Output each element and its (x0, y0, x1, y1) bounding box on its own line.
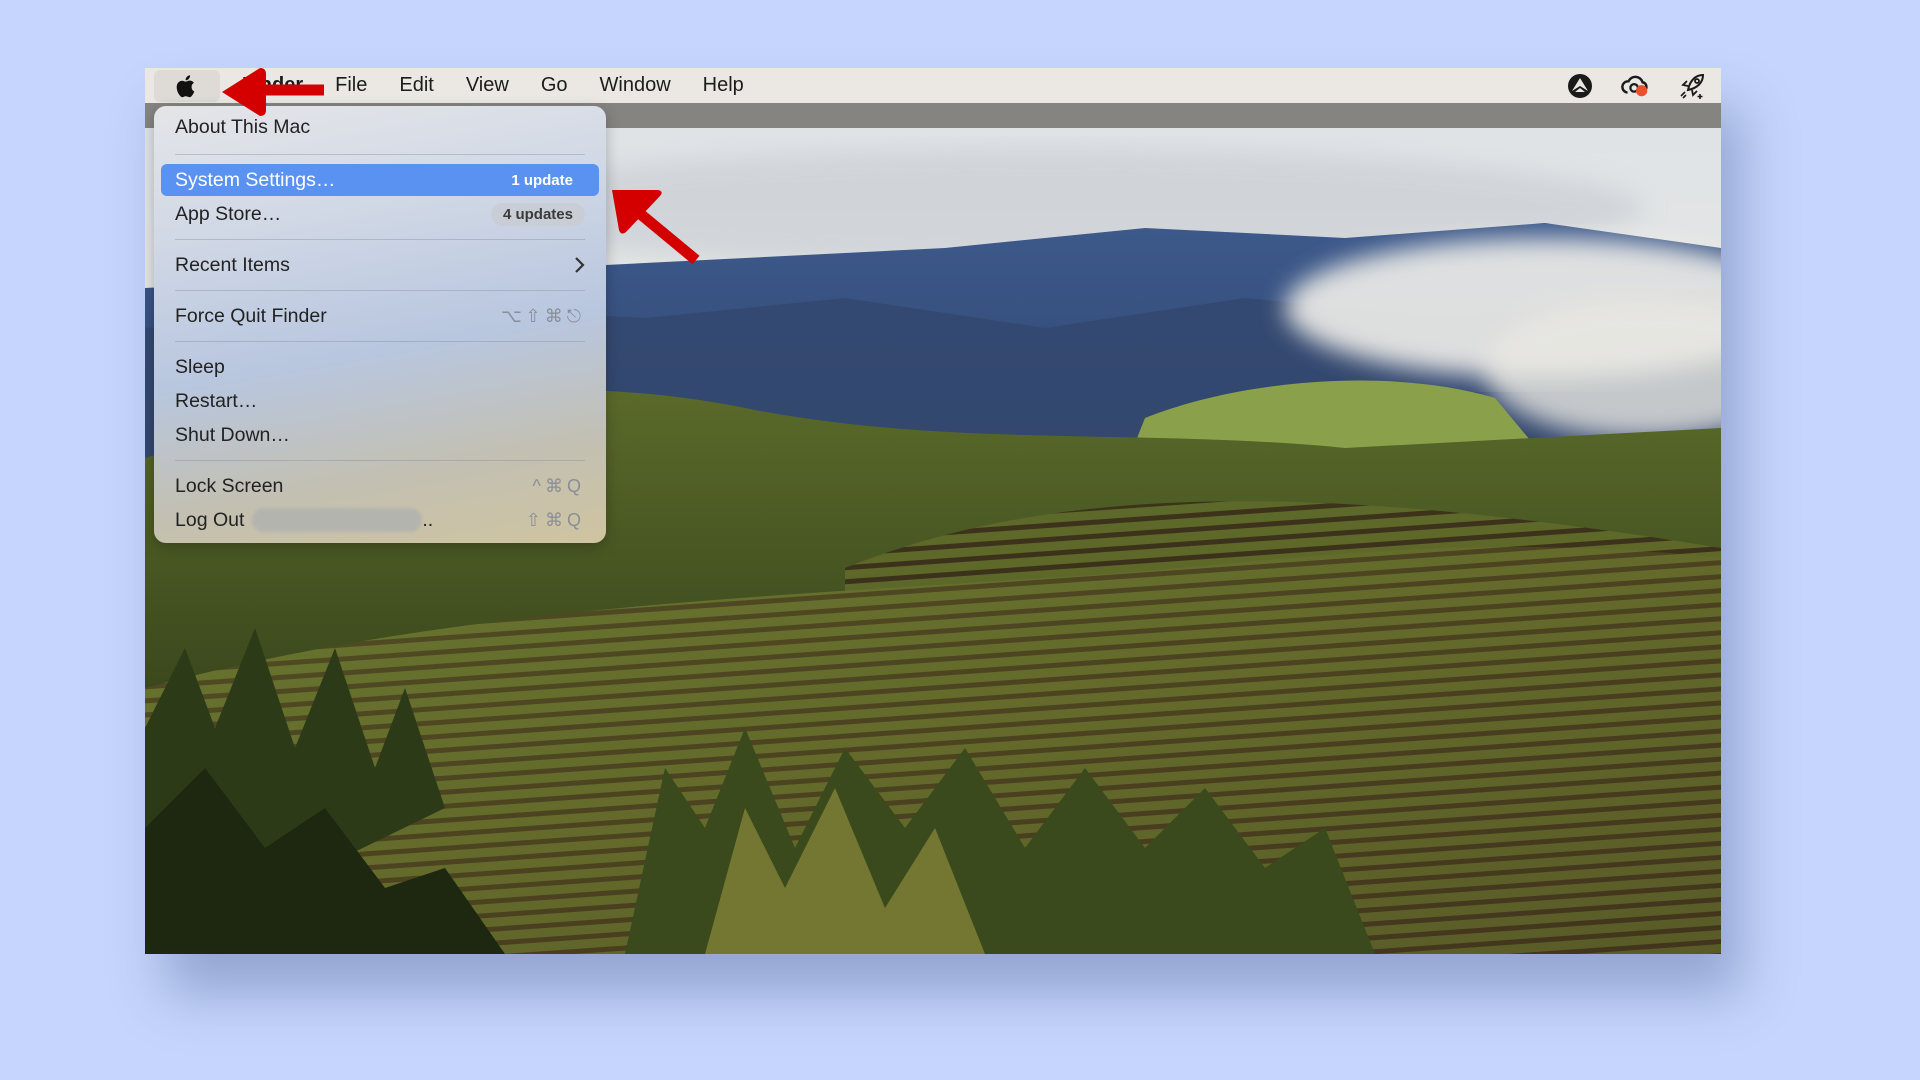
menu-item-force-quit[interactable]: Force Quit Finder ⌥⇧⌘⎋ (161, 300, 599, 332)
log-out-suffix: .. (422, 508, 434, 531)
rocket-icon[interactable] (1677, 71, 1707, 101)
menu-item-recent-items[interactable]: Recent Items (161, 249, 599, 281)
about-label: About This Mac (175, 115, 311, 138)
status-area (1565, 68, 1707, 103)
menu-bar: Finder File Edit View Go Window Help (145, 68, 1721, 103)
menu-item-log-out[interactable]: Log Out .. ⇧⌘Q (161, 504, 599, 536)
app-store-label: App Store… (175, 202, 282, 225)
chevron-right-icon (575, 257, 585, 273)
screenshot-frame: Finder File Edit View Go Window Help Abo… (145, 68, 1721, 954)
annotation-arrow-diagonal (612, 190, 700, 265)
menu-view[interactable]: View (450, 74, 525, 97)
shut-down-label: Shut Down… (175, 423, 290, 446)
menu-item-lock-screen[interactable]: Lock Screen ^⌘Q (161, 470, 599, 502)
menu-help[interactable]: Help (687, 74, 760, 97)
menu-item-sleep[interactable]: Sleep (161, 351, 599, 383)
menu-item-system-settings[interactable]: System Settings… 1 update (161, 164, 599, 196)
menu-go[interactable]: Go (525, 74, 584, 97)
log-out-shortcut: ⇧⌘Q (525, 509, 585, 530)
system-settings-update-badge: 1 update (511, 171, 573, 189)
redacted-username (252, 508, 423, 532)
menu-window[interactable]: Window (584, 74, 687, 97)
force-quit-shortcut: ⌥⇧⌘⎋ (500, 305, 585, 326)
app-store-update-badge: 4 updates (490, 202, 585, 226)
log-out-label: Log Out (175, 508, 245, 531)
creative-cloud-icon[interactable] (1621, 71, 1651, 101)
apple-menu-dropdown: About This Mac System Settings… 1 update… (154, 106, 606, 543)
annotation-arrow-left (222, 68, 324, 116)
menu-item-shut-down[interactable]: Shut Down… (161, 419, 599, 451)
recent-items-label: Recent Items (175, 253, 290, 276)
sleep-label: Sleep (175, 355, 225, 378)
menu-separator (175, 239, 585, 240)
menu-file[interactable]: File (319, 74, 383, 97)
menu-separator (175, 154, 585, 155)
lock-screen-shortcut: ^⌘Q (532, 475, 585, 496)
menu-separator (175, 290, 585, 291)
menu-item-app-store[interactable]: App Store… 4 updates (161, 198, 599, 230)
menu-separator (175, 341, 585, 342)
vpn-icon[interactable] (1565, 71, 1595, 101)
restart-label: Restart… (175, 389, 258, 412)
system-settings-label: System Settings… (175, 168, 336, 191)
apple-menu-button[interactable] (154, 69, 220, 102)
menu-item-restart[interactable]: Restart… (161, 385, 599, 417)
menu-separator (175, 460, 585, 461)
apple-icon (176, 74, 195, 97)
menu-edit[interactable]: Edit (383, 74, 449, 97)
lock-screen-label: Lock Screen (175, 474, 284, 497)
force-quit-label: Force Quit Finder (175, 304, 327, 327)
